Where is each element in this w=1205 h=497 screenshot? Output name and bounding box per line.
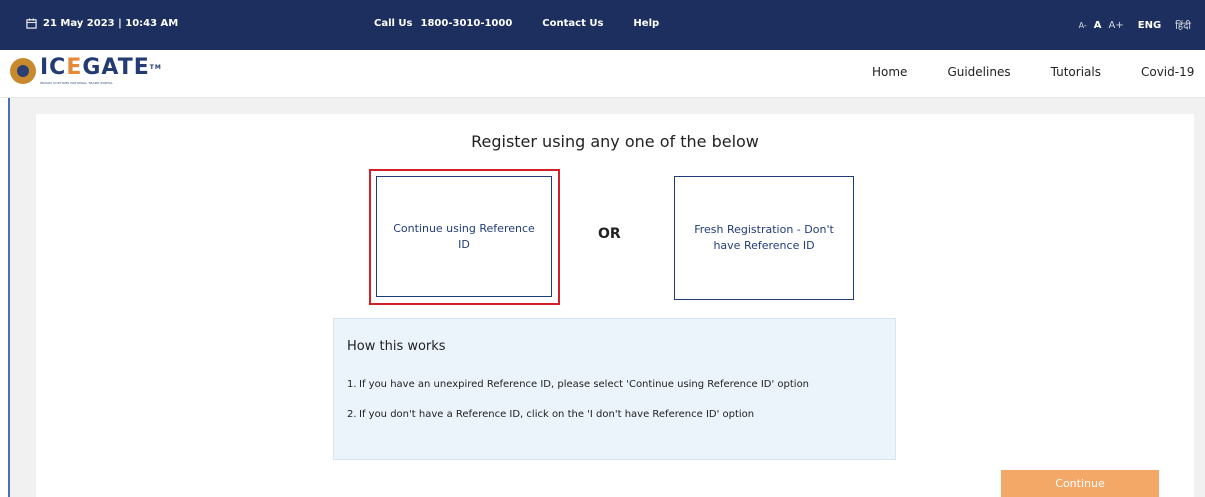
steps-list: 1. If you have an unexpired Reference ID… bbox=[347, 377, 887, 437]
top-bar: 21 May 2023 | 10:43 AM Call Us 1800-3010… bbox=[0, 0, 1205, 50]
nav-tutorials[interactable]: Tutorials bbox=[1051, 65, 1101, 79]
continue-reference-option[interactable]: Continue using Reference ID bbox=[376, 176, 552, 297]
or-separator: OR bbox=[598, 226, 621, 242]
nav-links: Home Guidelines Tutorials Covid-19 bbox=[872, 65, 1205, 79]
how-title: How this works bbox=[347, 339, 446, 354]
call-us-label: Call Us bbox=[374, 18, 413, 29]
fresh-registration-option[interactable]: Fresh Registration - Don't have Referenc… bbox=[674, 176, 854, 300]
date-time: 21 May 2023 | 10:43 AM bbox=[26, 18, 178, 29]
top-links: Call Us 1800-3010-1000 Contact Us Help bbox=[374, 18, 659, 29]
contact-us-link[interactable]: Contact Us bbox=[542, 18, 603, 29]
nav-covid[interactable]: Covid-19 bbox=[1141, 65, 1194, 79]
main-navbar: ICEGATETM INDIAN CUSTOMS NATIONAL TRADE … bbox=[0, 50, 1205, 98]
date-time-text: 21 May 2023 | 10:43 AM bbox=[43, 18, 179, 29]
emblem-icon bbox=[10, 58, 36, 84]
calendar-icon bbox=[26, 18, 37, 29]
font-normal-button[interactable]: A bbox=[1094, 20, 1102, 31]
font-decrease-button[interactable]: A- bbox=[1079, 21, 1087, 30]
language-hindi[interactable]: हिंदी bbox=[1175, 18, 1191, 32]
list-item: 1. If you have an unexpired Reference ID… bbox=[347, 377, 887, 393]
continue-button[interactable]: Continue bbox=[1001, 470, 1159, 497]
reference-option-selected-frame[interactable]: Continue using Reference ID bbox=[369, 169, 560, 305]
help-link[interactable]: Help bbox=[633, 18, 659, 29]
call-us-number: 1800-3010-1000 bbox=[420, 18, 513, 29]
nav-guidelines[interactable]: Guidelines bbox=[947, 65, 1010, 79]
list-item: 2. If you don't have a Reference ID, cli… bbox=[347, 407, 887, 423]
logo-wordmark: ICEGATETM bbox=[40, 55, 162, 80]
language-english[interactable]: ENG bbox=[1138, 20, 1161, 31]
font-size-controls: A- A A+ bbox=[1079, 20, 1124, 31]
font-increase-button[interactable]: A+ bbox=[1109, 20, 1124, 31]
page-heading: Register using any one of the below bbox=[471, 132, 759, 151]
step-text: If you don't have a Reference ID, click … bbox=[359, 409, 755, 420]
how-this-works-panel: How this works 1. If you have an unexpir… bbox=[333, 318, 896, 460]
call-us-link[interactable]: Call Us 1800-3010-1000 bbox=[374, 18, 512, 29]
step-text: If you have an unexpired Reference ID, p… bbox=[359, 379, 810, 390]
logo-tagline: INDIAN CUSTOMS NATIONAL TRADE PORTAL bbox=[40, 81, 114, 85]
nav-home[interactable]: Home bbox=[872, 65, 907, 79]
icegate-logo[interactable]: ICEGATETM INDIAN CUSTOMS NATIONAL TRADE … bbox=[10, 57, 162, 85]
top-right-controls: A- A A+ ENG हिंदी bbox=[1079, 18, 1191, 33]
